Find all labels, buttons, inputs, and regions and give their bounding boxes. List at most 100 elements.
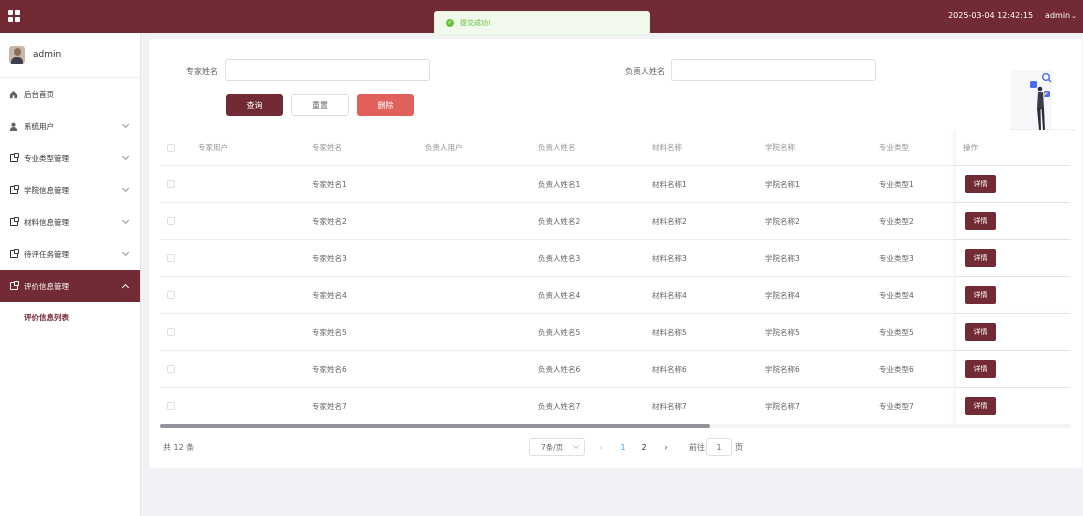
select-all-checkbox[interactable] <box>167 130 175 165</box>
cell-material: 材料名称4 <box>652 290 687 300</box>
cell-expert-name: 专家姓名4 <box>312 290 347 300</box>
cell-manager-name: 负责人姓名4 <box>538 290 581 300</box>
sidebar-item-label: 系统用户 <box>24 121 54 131</box>
detail-button[interactable]: 详情 <box>965 249 996 267</box>
detail-button[interactable]: 详情 <box>965 175 996 193</box>
operation-cell: 详情 <box>956 351 1071 387</box>
check-circle-icon: ✓ <box>446 19 454 27</box>
avatar <box>9 46 25 64</box>
chevron-down-icon <box>121 216 130 225</box>
cell-material: 材料名称7 <box>652 401 687 411</box>
page-number-1[interactable]: 1 <box>617 437 629 457</box>
row-checkbox[interactable] <box>167 240 175 276</box>
cell-material: 材料名称3 <box>652 253 687 263</box>
toast-message: 提交成功! <box>460 19 491 27</box>
table-row: 专家姓名6 负责人姓名6 材料名称6 学院名称6 专业类型6 详情 <box>160 351 1071 388</box>
cell-manager-name: 负责人姓名1 <box>538 179 581 189</box>
cell-manager-name: 负责人姓名5 <box>538 327 581 337</box>
table-row: 专家姓名1 负责人姓名1 材料名称1 学院名称1 专业类型1 详情 <box>160 166 1071 203</box>
operation-cell: 详情 <box>956 388 1071 424</box>
detail-button[interactable]: 详情 <box>965 323 996 341</box>
doc-icon <box>9 153 19 163</box>
table-horizontal-scrollbar[interactable] <box>160 424 1071 428</box>
sidebar-item-label: 专业类型管理 <box>24 153 69 163</box>
cell-material: 材料名称2 <box>652 216 687 226</box>
detail-button[interactable]: 详情 <box>965 397 996 415</box>
scrollbar-thumb[interactable] <box>160 424 710 428</box>
expert-name-label: 专家姓名 <box>186 67 218 76</box>
sidebar-item-system-users[interactable]: 系统用户 <box>0 110 140 142</box>
cell-expert-name: 专家姓名5 <box>312 327 347 337</box>
doc-icon <box>9 249 19 259</box>
chevron-down-icon[interactable]: ⌄ <box>1071 12 1077 20</box>
sidebar-item-pending-tasks[interactable]: 待评任务管理 <box>0 238 140 270</box>
page-suffix: 页 <box>735 442 743 452</box>
menu-grid-icon[interactable] <box>8 10 20 22</box>
prev-page-button[interactable]: ‹ <box>595 437 607 457</box>
detail-button[interactable]: 详情 <box>965 286 996 304</box>
cell-manager-name: 负责人姓名6 <box>538 364 581 374</box>
operation-cell: 详情 <box>956 203 1071 239</box>
sidebar-profile: admin <box>0 33 140 78</box>
table-row: 专家姓名4 负责人姓名4 材料名称4 学院名称4 专业类型4 详情 <box>160 277 1071 314</box>
row-checkbox[interactable] <box>167 277 175 313</box>
datetime-display: 2025-03-04 12:42:15 <box>948 11 1034 20</box>
goto-label: 前往 <box>689 442 705 452</box>
operation-column-header: 操作 <box>956 130 1071 165</box>
cell-major: 专业类型1 <box>879 179 914 189</box>
sidebar-item-label: 后台首页 <box>24 89 54 99</box>
col-operation: 操作 <box>963 143 978 152</box>
sidebar-item-colleges[interactable]: 学院信息管理 <box>0 174 140 206</box>
row-checkbox[interactable] <box>167 314 175 350</box>
sidebar-item-evaluations[interactable]: 评价信息管理 <box>0 270 140 302</box>
expert-name-input[interactable] <box>225 59 430 81</box>
query-button[interactable]: 查询 <box>226 94 283 116</box>
sidebar-item-home[interactable]: 后台首页 <box>0 78 140 110</box>
cell-material: 材料名称1 <box>652 179 687 189</box>
goto-page-input[interactable]: 1 <box>706 438 732 456</box>
cell-expert-name: 专家姓名6 <box>312 364 347 374</box>
chevron-down-icon <box>573 443 579 449</box>
manager-name-input[interactable] <box>671 59 876 81</box>
chevron-down-icon <box>121 152 130 161</box>
row-checkbox[interactable] <box>167 351 175 387</box>
detail-button[interactable]: 详情 <box>965 212 996 230</box>
col-college: 学院名称 <box>765 143 795 152</box>
sidebar-item-materials[interactable]: 材料信息管理 <box>0 206 140 238</box>
home-icon <box>9 90 18 99</box>
user-menu[interactable]: admin⌄ <box>1045 11 1077 20</box>
cell-college: 学院名称3 <box>765 253 800 263</box>
col-manager-user: 负责人用户 <box>425 143 463 152</box>
row-checkbox[interactable] <box>167 166 175 202</box>
page-number-2[interactable]: 2 <box>638 437 650 457</box>
chevron-down-icon <box>121 184 130 193</box>
operation-cell: 详情 <box>956 277 1071 313</box>
col-material: 材料名称 <box>652 143 682 152</box>
sidebar: admin 后台首页 系统用户 专业类型管理 学院信息管理 材料信息管理 待评任… <box>0 33 141 516</box>
delete-button[interactable]: 删除 <box>357 94 414 116</box>
success-toast: ✓ 提交成功! <box>434 11 650 35</box>
cell-major: 专业类型4 <box>879 290 914 300</box>
cell-college: 学院名称2 <box>765 216 800 226</box>
cell-manager-name: 负责人姓名3 <box>538 253 581 263</box>
next-page-button[interactable]: › <box>660 437 672 457</box>
reset-button[interactable]: 重置 <box>291 94 349 116</box>
col-major: 专业类型 <box>879 143 909 152</box>
table-row: 专家姓名7 负责人姓名7 材料名称7 学院名称7 专业类型7 详情 <box>160 388 1071 425</box>
cell-major: 专业类型6 <box>879 364 914 374</box>
cell-major: 专业类型7 <box>879 401 914 411</box>
col-manager-name: 负责人姓名 <box>538 143 576 152</box>
doc-icon <box>9 185 19 195</box>
row-checkbox[interactable] <box>167 388 175 424</box>
cell-expert-name: 专家姓名2 <box>312 216 347 226</box>
row-checkbox[interactable] <box>167 203 175 239</box>
chevron-down-icon <box>121 248 130 257</box>
col-expert-name: 专家姓名 <box>312 143 342 152</box>
page-size-select[interactable]: 7条/页 <box>529 438 585 456</box>
detail-button[interactable]: 详情 <box>965 360 996 378</box>
sidebar-item-major-types[interactable]: 专业类型管理 <box>0 142 140 174</box>
cell-expert-name: 专家姓名7 <box>312 401 347 411</box>
user-name[interactable]: admin <box>1045 11 1070 20</box>
operation-cell: 详情 <box>956 314 1071 350</box>
sidebar-subitem-evaluation-list[interactable]: 评价信息列表 <box>0 302 140 332</box>
